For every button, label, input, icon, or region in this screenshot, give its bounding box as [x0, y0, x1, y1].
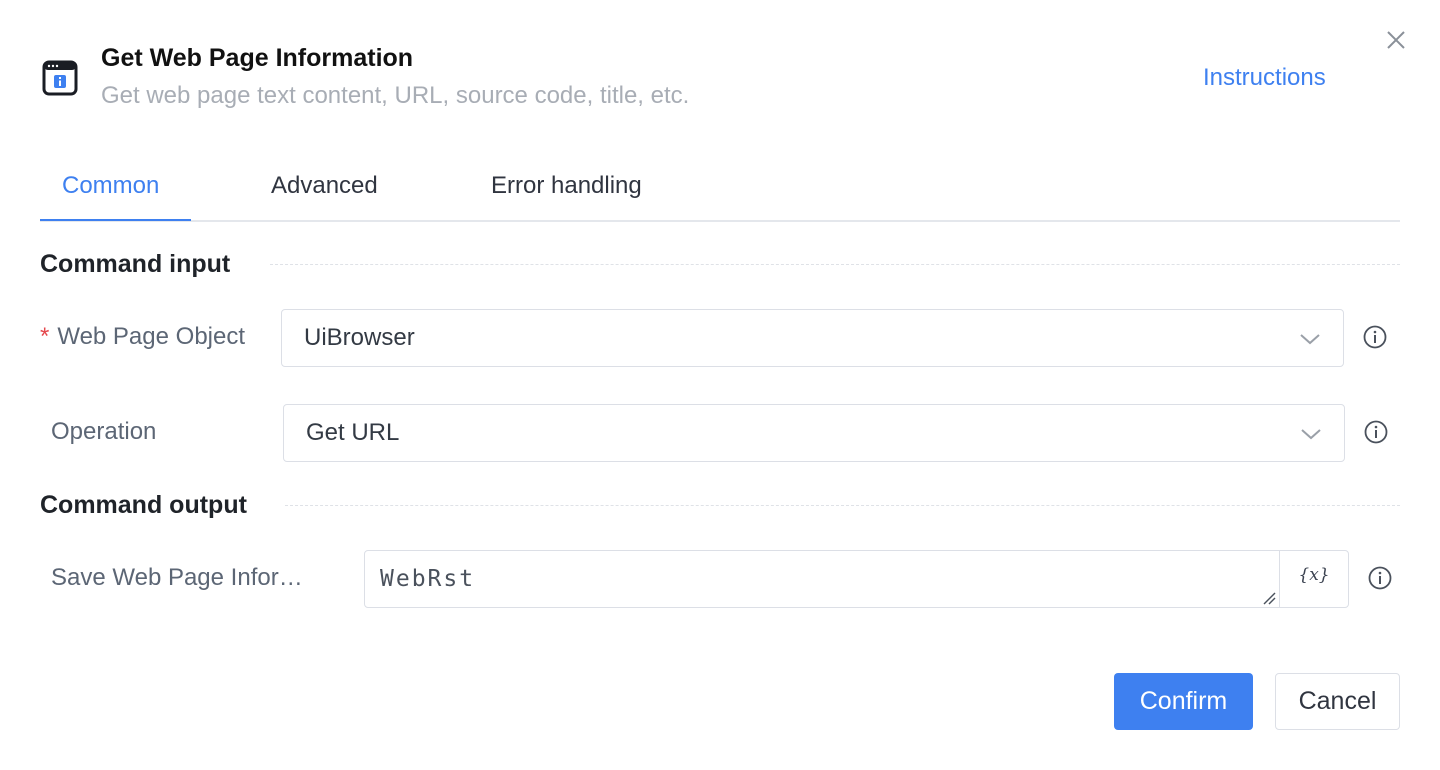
save-variable-field: {x}: [364, 550, 1349, 608]
tab-error-handling[interactable]: Error handling: [491, 170, 642, 202]
close-icon[interactable]: [1382, 26, 1410, 54]
resize-handle-icon[interactable]: [1262, 591, 1276, 605]
section-divider: [270, 264, 1400, 265]
web-page-object-value: UiBrowser: [304, 324, 415, 351]
dialog-subtitle: Get web page text content, URL, source c…: [101, 82, 690, 109]
info-icon[interactable]: [1367, 565, 1393, 591]
operation-select[interactable]: Get URL: [283, 404, 1345, 462]
dialog-title: Get Web Page Information: [101, 44, 414, 72]
tab-common[interactable]: Common: [62, 170, 159, 202]
web-page-object-select[interactable]: UiBrowser: [281, 309, 1344, 367]
insert-variable-button[interactable]: {x}: [1279, 551, 1348, 607]
web-page-object-label: * Web Page Object: [40, 323, 246, 350]
chevron-down-icon: [1301, 429, 1321, 440]
get-web-page-info-dialog: Get Web Page Information Get web page te…: [0, 0, 1440, 770]
operation-label: Operation: [51, 418, 157, 445]
command-input-title: Command input: [40, 250, 231, 278]
command-output-title: Command output: [40, 491, 247, 519]
active-tab-indicator: [40, 219, 191, 221]
operation-value: Get URL: [306, 419, 400, 446]
tab-advanced[interactable]: Advanced: [271, 170, 378, 202]
save-variable-input[interactable]: [365, 551, 1279, 607]
save-web-page-info-label: Save Web Page Infor…: [51, 564, 303, 591]
info-icon[interactable]: [1362, 324, 1388, 350]
tab-bar: Common Advanced Error handling: [40, 160, 1400, 222]
required-mark: *: [40, 323, 50, 350]
info-icon[interactable]: [1363, 419, 1389, 445]
chevron-down-icon: [1300, 334, 1320, 345]
variable-icon: {x}: [1298, 565, 1330, 585]
cancel-button[interactable]: Cancel: [1275, 673, 1400, 730]
instructions-link[interactable]: Instructions: [1203, 62, 1326, 94]
confirm-button[interactable]: Confirm: [1114, 673, 1253, 730]
section-divider: [285, 505, 1400, 506]
browser-info-icon: [42, 60, 78, 96]
